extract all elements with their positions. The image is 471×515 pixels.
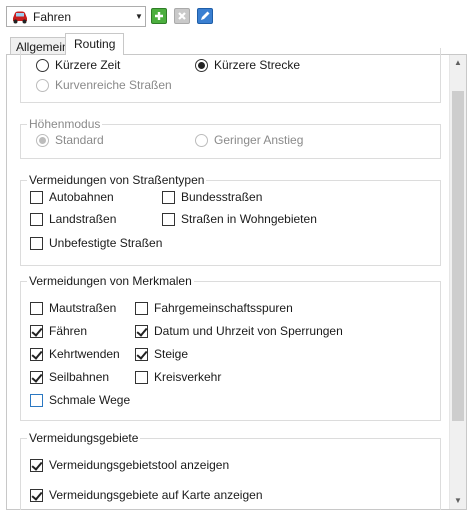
- checkbox-steige[interactable]: Steige: [135, 347, 188, 361]
- checkbox-faehren[interactable]: Fähren: [30, 324, 87, 338]
- checkbox-kreisverkehr[interactable]: Kreisverkehr: [135, 370, 221, 384]
- checkbox-vermeidungsgebiete-karte[interactable]: Vermeidungsgebiete auf Karte anzeigen: [30, 488, 263, 502]
- radio-geringer-anstieg: Geringer Anstieg: [195, 133, 303, 147]
- option-label: Geringer Anstieg: [214, 133, 304, 147]
- radio-kurvenreiche-strassen: Kurvenreiche Straßen: [36, 78, 172, 92]
- checkbox-datum-uhrzeit-sperrungen[interactable]: Datum und Uhrzeit von Sperrungen: [135, 324, 343, 338]
- checkbox[interactable]: [30, 370, 43, 384]
- checkbox[interactable]: [162, 190, 175, 204]
- scroll-up-icon[interactable]: ▲: [450, 55, 466, 71]
- option-label: Standard: [55, 133, 104, 147]
- radio-button[interactable]: [195, 58, 208, 72]
- radio-standard: Standard: [36, 133, 104, 147]
- checkbox-label: Vermeidungsgebietstool anzeigen: [49, 458, 230, 472]
- checkbox-fahrgemeinschaftsspuren[interactable]: Fahrgemeinschaftsspuren: [135, 301, 293, 315]
- checkbox[interactable]: [30, 190, 43, 204]
- checkbox-schmale-wege[interactable]: Schmale Wege: [30, 393, 130, 407]
- checkbox-strassen-wohngebiete[interactable]: Straßen in Wohngebieten: [162, 212, 317, 226]
- option-label: Kürzere Zeit: [55, 58, 121, 72]
- checkbox-unbefestigte-strassen[interactable]: Unbefestigte Straßen: [30, 236, 162, 250]
- checkbox-autobahnen[interactable]: Autobahnen: [30, 190, 114, 204]
- radio-button: [36, 133, 49, 147]
- checkbox-kehrtwenden[interactable]: Kehrtwenden: [30, 347, 120, 361]
- add-icon[interactable]: [151, 8, 167, 24]
- checkbox[interactable]: [30, 347, 43, 361]
- car-icon: [11, 10, 29, 24]
- checkbox-label: Seilbahnen: [49, 370, 110, 384]
- checkbox-label: Bundesstraßen: [181, 190, 263, 204]
- checkbox[interactable]: [30, 301, 43, 315]
- checkbox[interactable]: [135, 301, 148, 315]
- checkbox[interactable]: [135, 370, 148, 384]
- edit-icon[interactable]: [197, 8, 213, 24]
- checkbox-label: Unbefestigte Straßen: [49, 236, 163, 250]
- checkbox-label: Datum und Uhrzeit von Sperrungen: [154, 324, 343, 338]
- group-title: Vermeidungsgebiete: [27, 431, 141, 445]
- route-type-group: [20, 48, 441, 103]
- checkbox[interactable]: [135, 324, 148, 338]
- checkbox-label: Schmale Wege: [49, 393, 131, 407]
- scrollbar-thumb[interactable]: [452, 91, 464, 421]
- checkbox[interactable]: [135, 347, 148, 361]
- group-title: Vermeidungen von Merkmalen: [27, 274, 194, 288]
- tab-routing[interactable]: Routing: [65, 33, 125, 55]
- checkbox-label: Kreisverkehr: [154, 370, 222, 384]
- checkbox-label: Kehrtwenden: [49, 347, 120, 361]
- checkbox[interactable]: [30, 488, 43, 502]
- checkbox-landstrassen[interactable]: Landstraßen: [30, 212, 116, 226]
- checkbox[interactable]: [30, 393, 43, 407]
- vertical-scrollbar[interactable]: ▲ ▼: [449, 55, 466, 509]
- checkbox-label: Landstraßen: [49, 212, 117, 226]
- option-label: Kurvenreiche Straßen: [55, 78, 172, 92]
- checkbox[interactable]: [30, 236, 43, 250]
- profile-value: Fahren: [33, 9, 72, 24]
- checkbox-label: Fähren: [49, 324, 88, 338]
- checkbox-bundesstrassen[interactable]: Bundesstraßen: [162, 190, 262, 204]
- chevron-down-icon[interactable]: ▼: [133, 12, 145, 21]
- checkbox-label: Straßen in Wohngebieten: [181, 212, 317, 226]
- checkbox-label: Fahrgemeinschaftsspuren: [154, 301, 293, 315]
- option-label: Kürzere Strecke: [214, 58, 301, 72]
- checkbox[interactable]: [162, 212, 175, 226]
- checkbox[interactable]: [30, 324, 43, 338]
- radio-kuerzere-zeit[interactable]: Kürzere Zeit: [36, 58, 120, 72]
- checkbox-label: Mautstraßen: [49, 301, 117, 315]
- scroll-down-icon[interactable]: ▼: [450, 493, 466, 509]
- radio-button: [36, 78, 49, 92]
- checkbox-label: Vermeidungsgebiete auf Karte anzeigen: [49, 488, 263, 502]
- radio-kuerzere-strecke[interactable]: Kürzere Strecke: [195, 58, 300, 72]
- checkbox-vermeidungsgebietstool[interactable]: Vermeidungsgebietstool anzeigen: [30, 458, 229, 472]
- checkbox-mautstrassen[interactable]: Mautstraßen: [30, 301, 116, 315]
- checkbox-label: Steige: [154, 347, 189, 361]
- delete-icon[interactable]: [174, 8, 190, 24]
- group-title: Höhenmodus: [27, 117, 103, 131]
- radio-button[interactable]: [36, 58, 49, 72]
- checkbox-label: Autobahnen: [49, 190, 114, 204]
- checkbox[interactable]: [30, 458, 43, 472]
- radio-button: [195, 133, 208, 147]
- group-title: Vermeidungen von Straßentypen: [27, 173, 207, 187]
- checkbox[interactable]: [30, 212, 43, 226]
- profile-dropdown[interactable]: Fahren ▼: [6, 6, 146, 27]
- checkbox-seilbahnen[interactable]: Seilbahnen: [30, 370, 109, 384]
